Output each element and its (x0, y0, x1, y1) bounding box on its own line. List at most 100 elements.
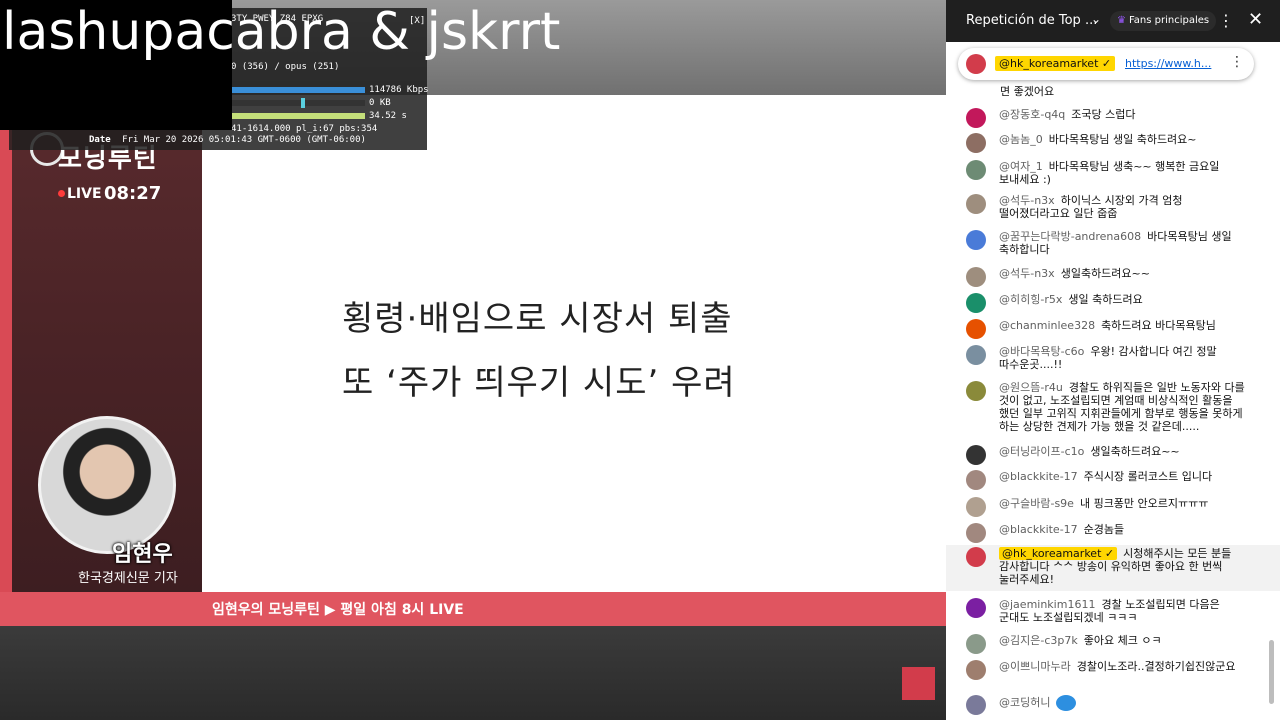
chat-author-avatar[interactable] (966, 267, 986, 287)
pinned-message[interactable]: @hk_koreamarket ✓ https://www.h... ⋮ (958, 48, 1254, 80)
chat-author-avatar[interactable] (966, 230, 986, 250)
chat-author-avatar[interactable] (966, 547, 986, 567)
pinned-author-avatar (966, 54, 986, 74)
chat-author-name[interactable]: @chanminlee328 (999, 319, 1095, 332)
chat-message-text: 내 핑크퐁만 안오르지ㅠㅠㅠ (1079, 497, 1209, 510)
chat-author-avatar[interactable] (966, 660, 986, 680)
top-fans-label: Fans principales (1128, 15, 1210, 26)
chat-message[interactable]: @이쁘니마누라 경찰이노조라..결정하기쉽진않군요 (946, 658, 1280, 686)
chat-author-avatar[interactable] (966, 293, 986, 313)
chat-message[interactable]: @석두-n3x 하이닉스 시장외 가격 엄청 떨어졌더라고요 일단 줍줍 (946, 192, 1280, 220)
chat-author-avatar[interactable] (966, 497, 986, 517)
buffer-health: 34.52 s (369, 111, 407, 121)
chat-author-name[interactable]: @blackkite-17 (999, 470, 1078, 483)
chat-author-name[interactable]: @놈놈_0 (999, 133, 1043, 146)
chat-message[interactable]: @코딩허니 (946, 693, 1280, 715)
chat-message[interactable]: @꿈꾸는다락방-andrena608 바다목욕탕님 생일 축하합니다 (946, 228, 1280, 256)
chat-author-name[interactable]: @코딩허니 (999, 696, 1050, 709)
chat-message-body: @바다목욕탕-c6o 우왕! 감사합니다 여긴 정말 따수운곳....!! (999, 345, 1249, 371)
chat-message-text: 축하드려요 바다목욕탕님 (1101, 319, 1216, 332)
chat-message[interactable]: @blackkite-17 순경놈들 (946, 521, 1280, 543)
chat-message-body: @여자_1 바다목욕탕님 생축~~ 행복한 금요일 보내세요 :) (999, 160, 1249, 186)
chat-author-avatar[interactable] (966, 445, 986, 465)
chat-message-body: @석두-n3x 생일축하드려요~~ (999, 267, 1249, 280)
chat-message[interactable]: @장동호-q4q 조국당 스럽다 (946, 106, 1280, 128)
chat-author-name[interactable]: @석두-n3x (999, 267, 1055, 280)
chat-message[interactable]: @blackkite-17 주식시장 롤러코스트 입니다 (946, 468, 1280, 490)
close-icon[interactable]: ✕ (1248, 9, 1263, 30)
chat-author-avatar[interactable] (966, 381, 986, 401)
chat-author-avatar[interactable] (966, 695, 986, 715)
chat-author-avatar[interactable] (966, 345, 986, 365)
chat-author-name[interactable]: @원으뜸-r4u (999, 381, 1063, 394)
chat-mode-title[interactable]: Repetición de Top ... (966, 13, 1097, 28)
chat-message-body: @김지은-c3p7k 좋아요 체크 ㅇㅋ (999, 634, 1249, 647)
chat-message[interactable]: @hk_koreamarket ✓ 시청해주시는 모든 분들 감사합니다 ᄉᄉ 방… (946, 545, 1280, 591)
chat-message[interactable]: @석두-n3x 생일축하드려요~~ (946, 265, 1280, 287)
live-time: 08:27 (104, 183, 162, 204)
pinned-link[interactable]: https://www.h... (1125, 57, 1211, 70)
chat-author-name[interactable]: @장동호-q4q (999, 108, 1065, 121)
chat-author-name[interactable]: @김지은-c3p7k (999, 634, 1078, 647)
chat-author-name[interactable]: @터닝라이프-c1o (999, 445, 1084, 458)
chat-author-name[interactable]: @꿈꾸는다락방-andrena608 (999, 230, 1141, 243)
chat-author-name[interactable]: @hk_koreamarket ✓ (999, 547, 1118, 560)
chat-message[interactable]: @바다목욕탕-c6o 우왕! 감사합니다 여긴 정말 따수운곳....!! (946, 343, 1280, 371)
slide-headline-line-2: 또 ‘주가 띄우기 시도’ 우려 (342, 363, 736, 403)
pinned-author[interactable]: @hk_koreamarket ✓ (995, 56, 1116, 71)
chat-message-text: 좋아요 체크 ㅇㅋ (1083, 634, 1162, 647)
stats-codecs: 0 (356) / opus (251) (231, 62, 340, 72)
bottom-banner-text: 임현우의 모닝루틴 ▶ 평일 아침 8시 LIVE (212, 602, 464, 618)
custom-emoji-icon (1056, 695, 1077, 711)
chat-author-avatar[interactable] (966, 319, 986, 339)
chat-author-avatar[interactable] (966, 523, 986, 543)
pinned-more-icon[interactable]: ⋮ (1230, 54, 1244, 70)
chat-message-text: 생일축하드려요~~ (1060, 267, 1150, 280)
chat-author-name[interactable]: @여자_1 (999, 160, 1043, 173)
chevron-down-icon[interactable]: ⌄ (1091, 12, 1101, 26)
chat-message[interactable]: @김지은-c3p7k 좋아요 체크 ㅇㅋ (946, 632, 1280, 654)
top-fans-button[interactable]: ♛ Fans principales (1110, 11, 1217, 31)
chat-message-body: @코딩허니 (999, 695, 1249, 711)
chat-message-body: @chanminlee328 축하드려요 바다목욕탕님 (999, 319, 1249, 332)
channel-watermark-logo (902, 667, 935, 700)
chat-author-avatar[interactable] (966, 194, 986, 214)
chat-author-avatar[interactable] (966, 470, 986, 490)
more-options-icon[interactable]: ⋮ (1218, 11, 1234, 30)
chat-message-body: @장동호-q4q 조국당 스럽다 (999, 108, 1249, 121)
chat-author-name[interactable]: @석두-n3x (999, 194, 1055, 207)
chat-author-name[interactable]: @jaeminkim1611 (999, 598, 1095, 611)
chat-message[interactable]: @구슬바람-s9e 내 핑크퐁만 안오르지ㅠㅠㅠ (946, 495, 1280, 517)
chat-message[interactable]: @터닝라이프-c1o 생일축하드려요~~ (946, 443, 1280, 465)
chat-author-name[interactable]: @바다목욕탕-c6o (999, 345, 1084, 358)
live-chat-panel: Repetición de Top ... ⌄ ♛ Fans principale… (946, 0, 1280, 720)
pinned-message-continuation: 면 좋겠어요 (1000, 85, 1055, 98)
host-photo (38, 416, 176, 554)
chat-author-avatar[interactable] (966, 634, 986, 654)
chat-message[interactable]: @원으뜸-r4u 경찰도 하위직들은 일반 노동자와 다를 것이 없고, 노조설립… (946, 379, 1280, 435)
chat-message-text: 주식시장 롤러코스트 입니다 (1083, 470, 1213, 483)
crown-icon: ♛ (1117, 15, 1126, 26)
video-player[interactable]: 횡령·배임으로 시장서 퇴출 또 ‘주가 띄우기 시도’ 우려 모닝루틴 LIV… (0, 0, 946, 720)
chat-message[interactable]: @jaeminkim1611 경찰 노조설립되면 다음은 군대도 노조설립되겠네 … (946, 596, 1280, 624)
chat-message[interactable]: @히히힝-r5x 생일 축하드려요 (946, 291, 1280, 313)
stats-date-value: Fri Mar 20 2026 05:01:43 GMT-0600 (GMT-0… (122, 135, 366, 145)
chat-scrollbar[interactable] (1269, 640, 1274, 704)
chat-author-avatar[interactable] (966, 160, 986, 180)
chat-message[interactable]: @여자_1 바다목욕탕님 생축~~ 행복한 금요일 보내세요 :) (946, 158, 1280, 186)
chat-author-avatar[interactable] (966, 598, 986, 618)
chat-author-avatar[interactable] (966, 133, 986, 153)
chat-author-avatar[interactable] (966, 108, 986, 128)
chat-message[interactable]: @놈놈_0 바다목욕탕님 생일 축하드려요~ (946, 131, 1280, 153)
video-lower-area (0, 626, 946, 720)
chat-message[interactable]: @chanminlee328 축하드려요 바다목욕탕님 (946, 317, 1280, 339)
chat-message-text: 조국당 스럽다 (1071, 108, 1136, 121)
chat-author-name[interactable]: @blackkite-17 (999, 523, 1078, 536)
chat-author-name[interactable]: @히히힝-r5x (999, 293, 1062, 306)
chat-message-body: @터닝라이프-c1o 생일축하드려요~~ (999, 445, 1249, 458)
live-dot-icon (58, 190, 65, 197)
chat-author-name[interactable]: @이쁘니마누라 (999, 660, 1071, 673)
network-activity-spike (301, 98, 305, 108)
chat-author-name[interactable]: @구슬바람-s9e (999, 497, 1074, 510)
host-title: 한국경제신문 기자 (78, 571, 178, 586)
